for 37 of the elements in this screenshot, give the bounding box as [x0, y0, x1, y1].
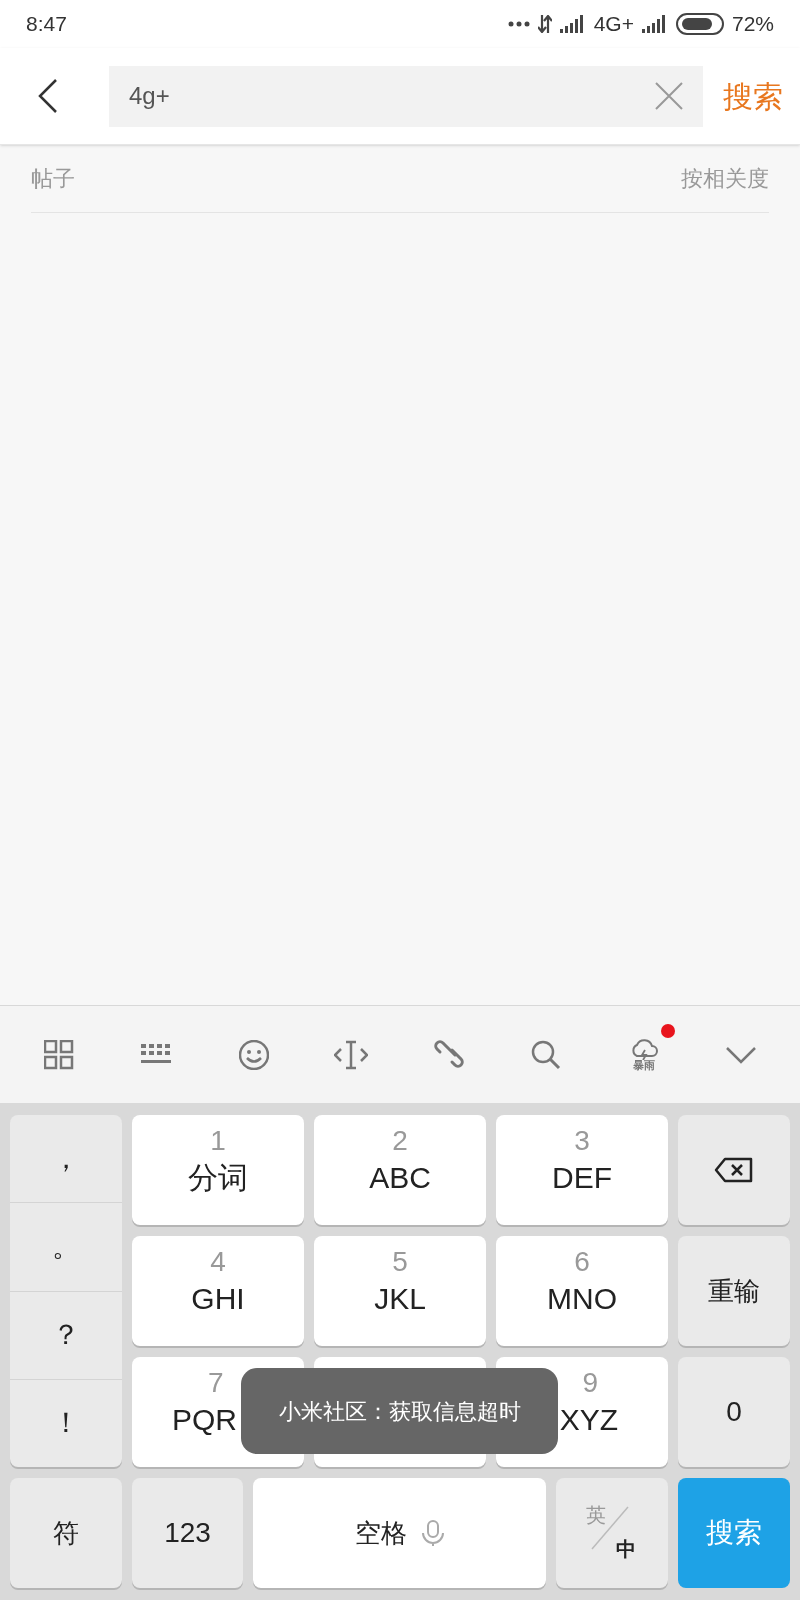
space-key[interactable]: 空格	[253, 1478, 546, 1588]
keypad-key[interactable]: 4 GHI	[132, 1236, 304, 1346]
cloud-icon	[629, 1038, 658, 1060]
punctuation-key[interactable]: 。	[10, 1203, 122, 1292]
more-dots-icon	[507, 21, 530, 27]
backspace-key[interactable]	[678, 1115, 790, 1225]
smiley-icon[interactable]	[238, 1039, 269, 1070]
status-time: 8:47	[26, 11, 67, 38]
keypad-key[interactable]: 2 ABC	[314, 1115, 486, 1225]
punctuation-key[interactable]: ？	[10, 1291, 122, 1380]
symbols-key[interactable]: 符	[10, 1478, 122, 1588]
backspace-icon	[714, 1157, 754, 1183]
numbers-key[interactable]: 123	[132, 1478, 243, 1588]
reenter-key[interactable]: 重输	[678, 1236, 790, 1346]
keypad-key[interactable]: 5 JKL	[314, 1236, 486, 1346]
grid-icon[interactable]	[43, 1039, 74, 1070]
language-key[interactable]: 英 中	[556, 1478, 668, 1588]
search-icon[interactable]	[531, 1039, 562, 1070]
keypad-key[interactable]: 6 MNO	[496, 1236, 668, 1346]
network-type: 4G+	[593, 11, 634, 38]
microphone-icon	[420, 1519, 445, 1547]
cursor-icon[interactable]	[334, 1039, 369, 1070]
clear-icon[interactable]	[655, 82, 683, 110]
signal-icon	[641, 15, 668, 33]
keypad-key[interactable]: 1 分词	[132, 1115, 304, 1225]
battery-percent: 72%	[731, 11, 774, 38]
signal-icon	[559, 15, 586, 33]
punctuation-key[interactable]: ！	[10, 1379, 122, 1467]
search-field[interactable]: 4g+	[109, 65, 703, 127]
weather-button[interactable]: 暴雨	[629, 1038, 658, 1071]
data-arrows-icon	[537, 15, 552, 33]
keypad-key[interactable]: 3 DEF	[496, 1115, 668, 1225]
battery-icon	[675, 13, 724, 35]
error-toast: 小米社区：获取信息超时	[241, 1368, 558, 1454]
zero-key[interactable]: 0	[678, 1357, 790, 1467]
punctuation-key[interactable]: ，	[10, 1115, 122, 1204]
back-icon	[38, 79, 58, 113]
